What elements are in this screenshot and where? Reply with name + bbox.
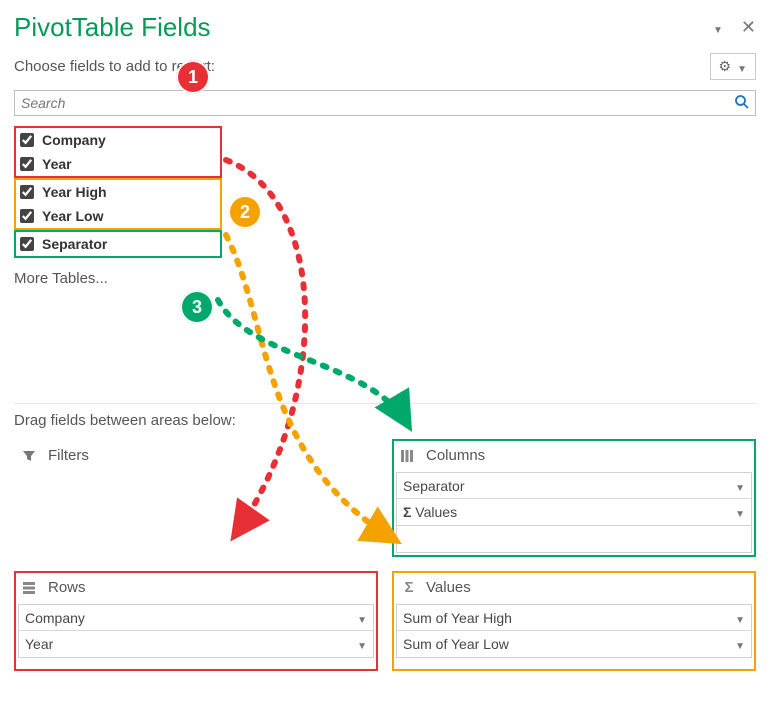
tools-button[interactable]: ⚙ [710,53,756,80]
rows-label: Rows [48,579,86,596]
rows-icon [22,581,40,595]
close-icon[interactable]: ✕ [741,17,756,38]
drop-row[interactable]: Company [19,605,373,631]
columns-label: Columns [426,447,485,464]
drop-row[interactable]: Sum of Year High [397,605,751,631]
chevron-down-icon[interactable] [735,610,745,626]
badge-2: 2 [228,195,262,229]
field-row[interactable]: Year Low [16,204,220,228]
more-tables-link[interactable]: More Tables... [14,270,756,287]
chevron-down-icon[interactable] [357,636,367,652]
field-group: Year High Year Low [14,178,222,230]
area-rows[interactable]: Rows Company Year [14,571,378,671]
columns-icon [400,449,418,463]
filters-label: Filters [48,447,89,464]
drop-row[interactable]: Separator [397,473,751,499]
badge-3: 3 [180,290,214,324]
search-icon[interactable] [734,94,750,115]
filter-icon [22,449,40,463]
chevron-down-icon [737,59,747,75]
sigma-icon [403,504,411,520]
field-row[interactable]: Separator [16,232,220,256]
drop-row-label: Company [25,610,85,626]
gear-icon: ⚙ [719,58,732,75]
field-label: Year [42,156,72,172]
panel-title: PivotTable Fields [14,12,713,43]
field-label: Year Low [42,208,103,224]
values-label: Values [426,579,471,596]
search-input[interactable] [14,90,756,116]
drop-row[interactable]: Year [19,631,373,657]
drop-row-label: Sum of Year High [403,610,512,626]
subtitle-text: Choose fields to add to report: [14,58,710,75]
dropdown-icon[interactable] [713,20,723,36]
drop-row[interactable]: Sum of Year Low [397,631,751,657]
drop-row-label: Sum of Year Low [403,636,509,652]
chevron-down-icon[interactable] [735,504,745,520]
field-group: Separator [14,230,222,258]
field-group: Company Year [14,126,222,178]
area-filters[interactable]: Filters [14,439,378,557]
field-row[interactable]: Year [16,152,220,176]
field-row[interactable]: Year High [16,180,220,204]
field-checkbox[interactable] [20,157,34,171]
fields-list: Company Year Year High Year Low Separator [14,126,222,258]
badge-1: 1 [176,60,210,94]
field-checkbox[interactable] [20,209,34,223]
chevron-down-icon[interactable] [735,478,745,494]
sigma-icon [400,579,418,596]
drop-row-label: Separator [403,478,464,494]
chevron-down-icon[interactable] [357,610,367,626]
drop-row-label: Values [403,504,457,520]
chevron-down-icon[interactable] [735,636,745,652]
field-row[interactable]: Company [16,128,220,152]
drag-instruction: Drag fields between areas below: [14,403,756,429]
drop-row-label: Year [25,636,53,652]
field-label: Company [42,132,106,148]
field-checkbox[interactable] [20,185,34,199]
field-checkbox[interactable] [20,237,34,251]
field-label: Year High [42,184,107,200]
field-label: Separator [42,236,107,252]
area-values[interactable]: Values Sum of Year High Sum of Year Low [392,571,756,671]
drop-row[interactable]: Values [397,499,751,525]
area-columns[interactable]: Columns Separator Values [392,439,756,557]
field-checkbox[interactable] [20,133,34,147]
